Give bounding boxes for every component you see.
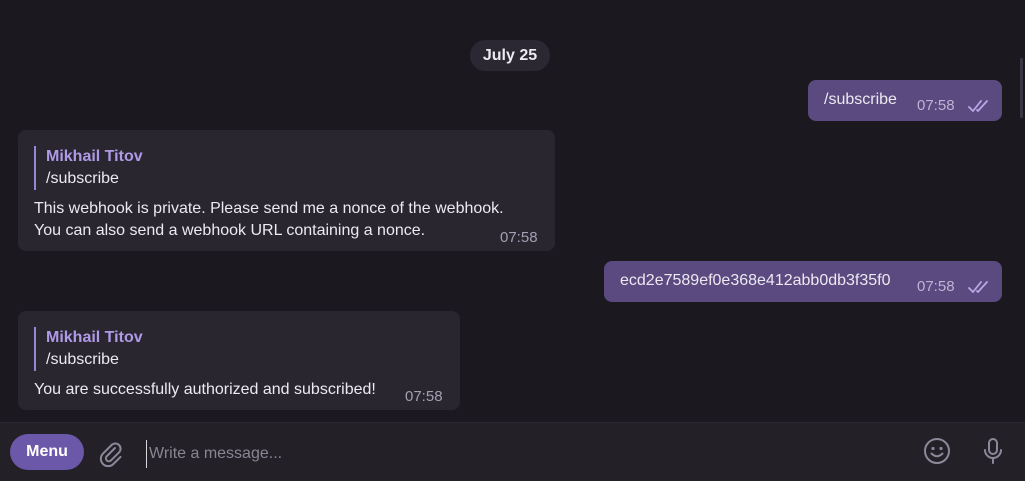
message-composer: Menu bbox=[0, 422, 1025, 481]
emoji-icon[interactable] bbox=[922, 436, 952, 466]
message-text: ecd2e7589ef0e368e412abb0db3f35f0 bbox=[620, 272, 891, 289]
reply-author: Mikhail Titov bbox=[46, 329, 143, 346]
message-body: You are successfully authorized and subs… bbox=[34, 379, 376, 401]
message-body: This webhook is private. Please send me … bbox=[34, 198, 504, 242]
reply-author: Mikhail Titov bbox=[46, 148, 143, 165]
reply-text: /subscribe bbox=[46, 351, 119, 368]
date-separator: July 25 bbox=[470, 40, 550, 71]
message-input[interactable] bbox=[146, 440, 891, 468]
double-check-icon bbox=[968, 100, 988, 112]
message-text: /subscribe bbox=[824, 91, 897, 108]
chat-scrollbar[interactable] bbox=[1020, 58, 1023, 118]
message-time: 07:58 bbox=[917, 278, 955, 295]
message-line: You can also send a webhook URL containi… bbox=[34, 222, 426, 239]
incoming-message[interactable]: Mikhail Titov /subscribe This webhook is… bbox=[18, 130, 555, 251]
message-time: 07:58 bbox=[405, 388, 443, 405]
chat-history[interactable]: July 25 /subscribe 07:58 Mikhail Titov /… bbox=[0, 0, 1025, 422]
outgoing-message[interactable]: ecd2e7589ef0e368e412abb0db3f35f0 07:58 bbox=[604, 261, 1002, 302]
incoming-message[interactable]: Mikhail Titov /subscribe You are success… bbox=[18, 311, 460, 410]
outgoing-message[interactable]: /subscribe 07:58 bbox=[808, 80, 1002, 121]
double-check-icon bbox=[968, 281, 988, 293]
reply-text: /subscribe bbox=[46, 170, 119, 187]
message-time: 07:58 bbox=[500, 229, 538, 246]
paperclip-icon[interactable] bbox=[96, 439, 126, 469]
reply-quote[interactable]: Mikhail Titov /subscribe bbox=[34, 327, 143, 371]
message-time: 07:58 bbox=[917, 97, 955, 114]
menu-button[interactable]: Menu bbox=[10, 434, 84, 470]
message-line: This webhook is private. Please send me … bbox=[34, 200, 504, 217]
reply-quote[interactable]: Mikhail Titov /subscribe bbox=[34, 146, 143, 190]
message-line: You are successfully authorized and subs… bbox=[34, 381, 376, 398]
microphone-icon[interactable] bbox=[978, 436, 1008, 466]
